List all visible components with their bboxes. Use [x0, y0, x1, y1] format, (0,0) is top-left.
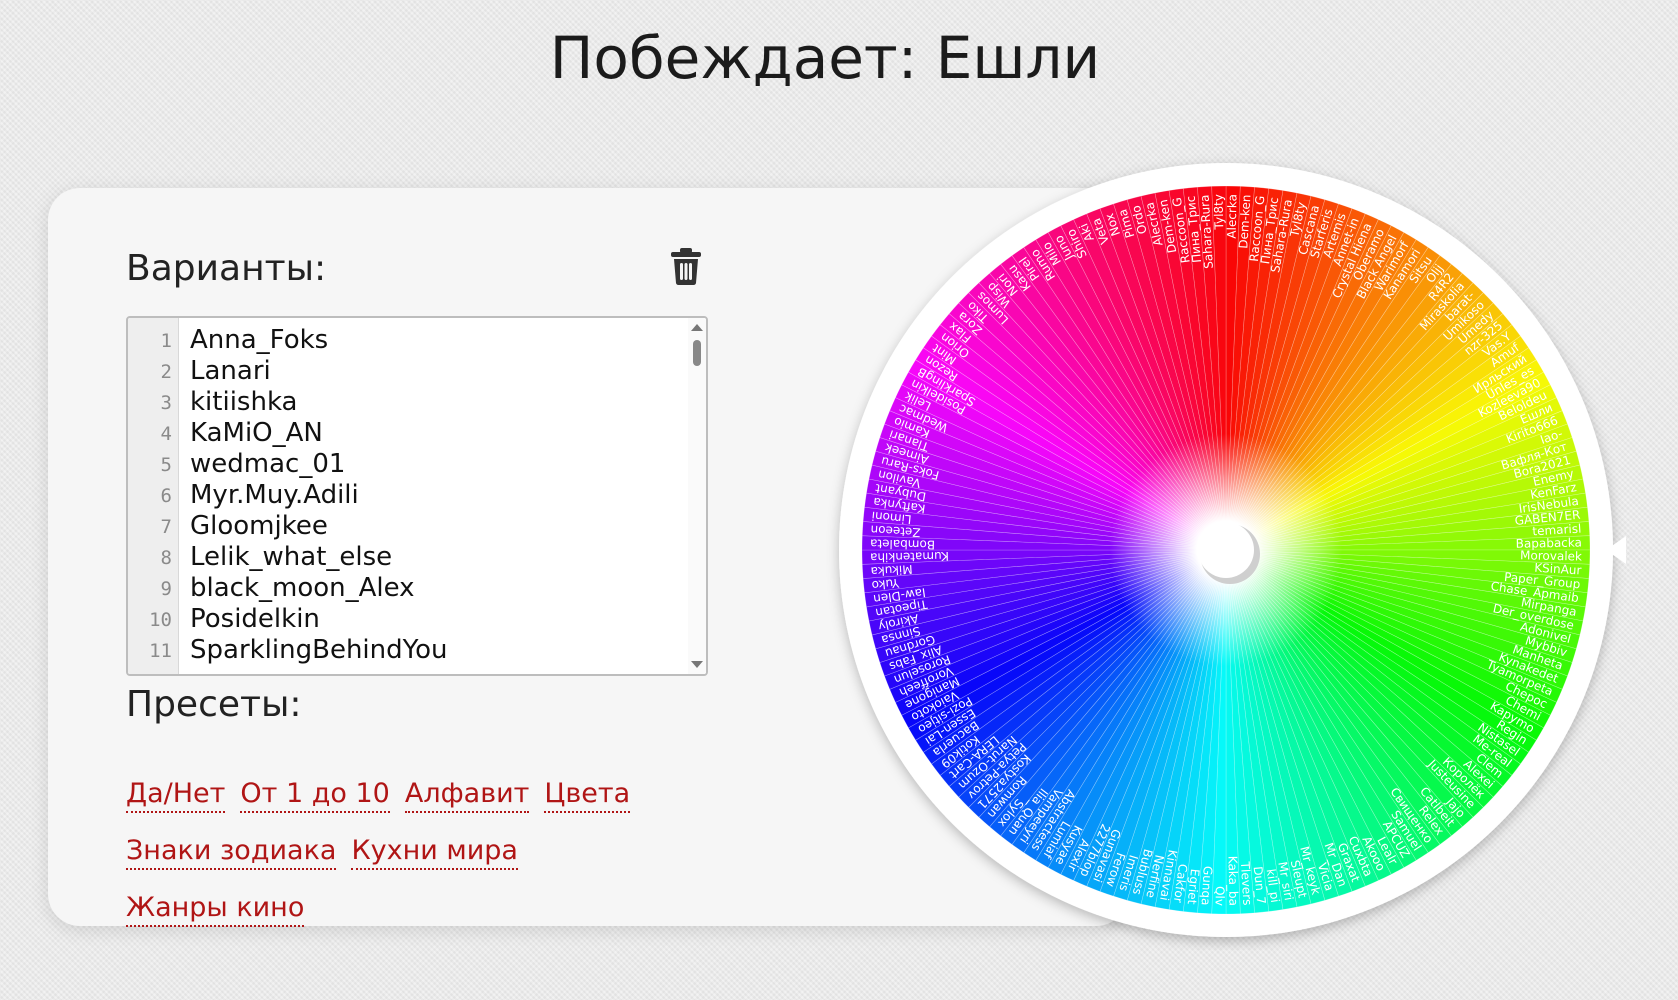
option-text: Posidelkin: [190, 604, 320, 634]
option-line[interactable]: 10 Posidelkin: [128, 603, 688, 634]
scroll-up-icon[interactable]: [691, 324, 703, 331]
option-line[interactable]: 7 Gloomjkee: [128, 510, 688, 541]
trash-icon[interactable]: [668, 246, 704, 286]
option-line[interactable]: 6 Myr.Muy.Adili: [128, 479, 688, 510]
preset-link[interactable]: Знаки зодиака: [126, 835, 337, 870]
option-text: KaMiO_AN: [190, 418, 323, 448]
line-number: 7: [160, 516, 172, 538]
line-number: 2: [160, 361, 172, 383]
wheel[interactable]: AlecrkaDem-kenRaccoon_GПина_ТрисSahara-R…: [826, 150, 1626, 950]
option-line[interactable]: 1 Anna_Foks: [128, 324, 688, 355]
line-number: 9: [160, 578, 172, 600]
option-text: black_moon_Alex: [190, 573, 415, 603]
option-line[interactable]: 3 kitiishka: [128, 386, 688, 417]
option-text: Lanari: [190, 356, 271, 386]
line-number: 10: [149, 609, 172, 631]
option-line[interactable]: 4 KaMiO_AN: [128, 417, 688, 448]
presets-list: Да/Нет От 1 до 10 Алфавит Цвета Знаки зодиак…: [126, 778, 706, 949]
options-textarea[interactable]: 1 Anna_Foks 2 Lanari 3 kitiishka 4 KaMiO_AN 5 wed…: [126, 316, 708, 676]
options-lines: 1 Anna_Foks 2 Lanari 3 kitiishka 4 KaMiO_AN 5 wed…: [128, 324, 688, 665]
option-text: Myr.Muy.Adili: [190, 480, 359, 510]
line-number: 3: [160, 392, 172, 414]
scroll-down-icon[interactable]: [691, 661, 703, 668]
option-text: wedmac_01: [190, 449, 346, 479]
wheel-hub[interactable]: [1198, 522, 1254, 578]
line-number: 11: [149, 640, 172, 662]
winner-title: Побеждает: Ешли: [549, 24, 1101, 92]
wheel-label: Qlv: [1213, 886, 1227, 906]
line-number: 5: [160, 454, 172, 476]
wheel-label: Kaka_ba: [1226, 856, 1241, 906]
option-line[interactable]: 8 Lelik_what_else: [128, 541, 688, 572]
option-text: Lelik_what_else: [190, 542, 393, 572]
preset-link[interactable]: Кухни мира: [351, 835, 518, 870]
line-number: 4: [160, 423, 172, 445]
line-number: 6: [160, 485, 172, 507]
scrollbar-thumb[interactable]: [693, 340, 701, 366]
options-heading: Варианты:: [126, 248, 327, 289]
line-number: 1: [160, 330, 172, 352]
option-text: SparklingBehindYou: [190, 635, 448, 665]
preset-link[interactable]: Да/Нет: [126, 778, 226, 813]
option-line[interactable]: 2 Lanari: [128, 355, 688, 386]
option-line[interactable]: 9 black_moon_Alex: [128, 572, 688, 603]
preset-link[interactable]: От 1 до 10: [240, 778, 390, 813]
line-number: 8: [160, 547, 172, 569]
scrollbar[interactable]: [688, 318, 706, 674]
option-line[interactable]: 5 wedmac_01: [128, 448, 688, 479]
option-text: Anna_Foks: [190, 325, 329, 355]
trash-icon-svg: [671, 248, 701, 285]
option-text: Gloomjkee: [190, 511, 328, 541]
wheel-label: Tyl8ty: [1212, 194, 1227, 231]
preset-link[interactable]: Алфавит: [404, 778, 530, 813]
option-text: kitiishka: [190, 387, 298, 417]
presets-heading: Пресеты:: [126, 684, 302, 725]
preset-link[interactable]: Жанры кино: [126, 892, 305, 927]
preset-link[interactable]: Цвета: [544, 778, 631, 813]
option-line[interactable]: 11 SparklingBehindYou: [128, 634, 688, 665]
